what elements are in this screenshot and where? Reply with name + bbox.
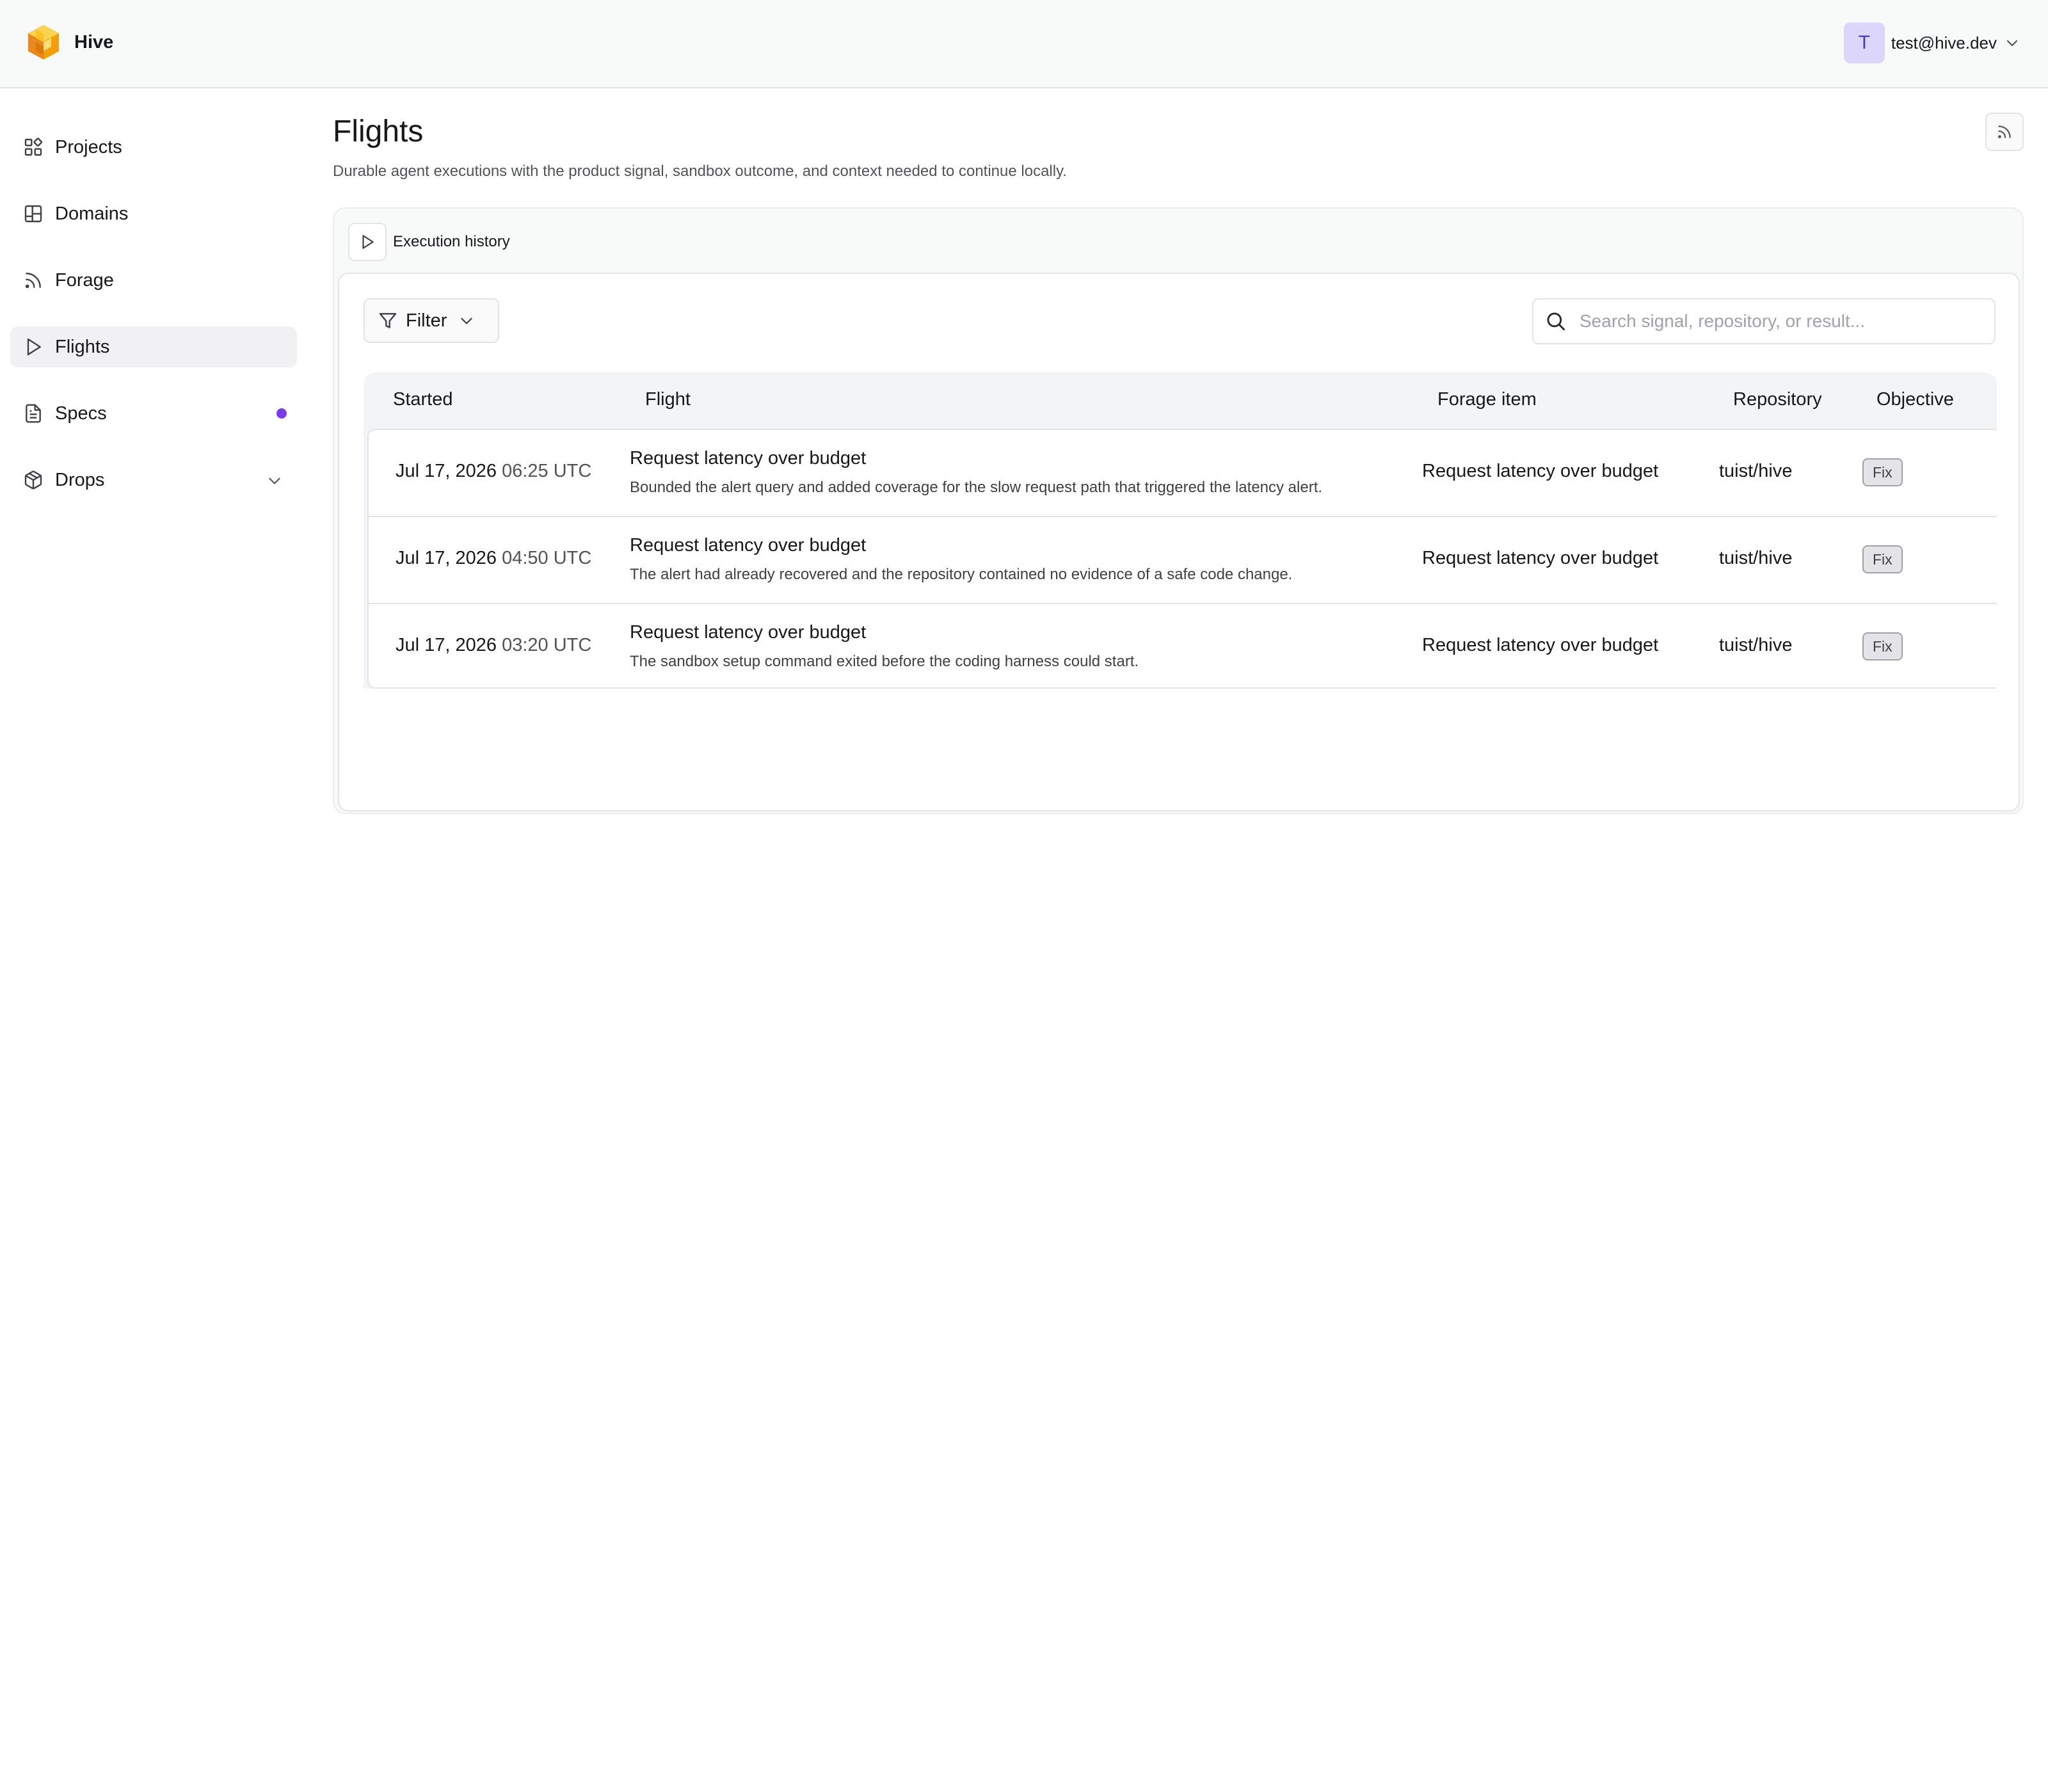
table-row[interactable]: Jul 17, 2026 04:50 UTC Request latency o… <box>369 517 1997 604</box>
rss-feed-button[interactable] <box>1985 113 2024 151</box>
notification-dot <box>276 408 287 419</box>
table-row[interactable]: Jul 17, 2026 03:20 UTC Request latency o… <box>369 604 1997 691</box>
started-date: Jul 17, 2026 <box>396 461 497 481</box>
search-box <box>1532 298 1996 344</box>
started-cell: Jul 17, 2026 06:25 UTC <box>396 461 591 482</box>
rss-icon <box>25 273 41 289</box>
panel-tab-icon-box <box>348 223 387 261</box>
sidebar-item-drops[interactable]: Drops <box>10 460 297 500</box>
repository-cell: tuist/hive <box>1719 461 1793 481</box>
filter-icon <box>379 313 397 328</box>
column-header-flight[interactable]: Flight <box>645 389 691 410</box>
forage-item-cell: Request latency over budget <box>1422 461 1659 481</box>
top-bar: Hive T test@hive.dev <box>0 0 2048 88</box>
avatar: T <box>1843 22 1885 63</box>
sidebar-item-label: Flights <box>55 336 110 357</box>
sidebar-item-flights[interactable]: Flights <box>10 326 297 367</box>
tab-execution-history[interactable]: Execution history <box>348 223 510 261</box>
tab-label: Execution history <box>393 233 510 250</box>
repository-cell: tuist/hive <box>1719 635 1793 655</box>
table-body: Jul 17, 2026 06:25 UTC Request latency o… <box>367 429 1997 689</box>
account-email: test@hive.dev <box>1891 33 1997 52</box>
chevron-down-icon <box>2006 40 2018 47</box>
package-icon <box>24 470 42 490</box>
sidebar-item-projects[interactable]: Projects <box>10 127 297 168</box>
rss-icon <box>1998 125 2011 138</box>
column-header-repository[interactable]: Repository <box>1733 389 1822 410</box>
flight-description: The sandbox setup command exited before … <box>630 653 1139 670</box>
column-header-started[interactable]: Started <box>393 389 453 410</box>
document-icon <box>26 404 41 423</box>
sidebar-item-label: Projects <box>55 136 122 157</box>
sidebar: Projects Domains Forage Flights Specs Dr… <box>10 127 297 526</box>
flight-title: Request latency over budget <box>630 448 867 468</box>
started-time: 04:50 UTC <box>502 548 592 568</box>
forage-item-cell: Request latency over budget <box>1422 548 1659 568</box>
column-header-objective[interactable]: Objective <box>1876 389 1954 410</box>
objective-badge: Fix <box>1862 545 1903 573</box>
started-time: 03:20 UTC <box>502 635 592 655</box>
table-row[interactable]: Jul 17, 2026 06:25 UTC Request latency o… <box>369 430 1997 517</box>
chevron-down-icon <box>461 317 473 324</box>
table-footer-area <box>364 689 1997 791</box>
sidebar-item-label: Forage <box>55 269 114 291</box>
search-input[interactable] <box>1580 311 1976 332</box>
sidebar-item-domains[interactable]: Domains <box>10 193 297 234</box>
flight-description: Bounded the alert query and added covera… <box>630 479 1323 496</box>
repository-cell: tuist/hive <box>1719 548 1793 568</box>
domains-icon <box>24 205 42 223</box>
brand[interactable]: Hive <box>24 23 113 61</box>
flights-table: Started Flight Forage item Repository Ob… <box>364 372 1997 791</box>
sidebar-item-label: Drops <box>55 469 105 490</box>
page-title: Flights <box>333 115 424 148</box>
started-date: Jul 17, 2026 <box>396 548 497 568</box>
hive-logo-icon <box>28 25 59 60</box>
forage-item-cell: Request latency over budget <box>1422 635 1659 655</box>
projects-icon <box>24 138 43 156</box>
started-date: Jul 17, 2026 <box>396 635 497 655</box>
objective-badge: Fix <box>1862 458 1903 486</box>
table-header: Started Flight Forage item Repository Ob… <box>364 372 1997 429</box>
play-icon <box>27 338 41 356</box>
sidebar-item-forage[interactable]: Forage <box>10 260 297 301</box>
flights-card: Filter Started Flight Forage item Reposi… <box>338 273 2020 812</box>
column-header-forage-item[interactable]: Forage item <box>1437 389 1537 410</box>
play-icon <box>362 235 374 249</box>
filter-label: Filter <box>406 310 447 331</box>
started-cell: Jul 17, 2026 03:20 UTC <box>396 635 591 656</box>
execution-history-panel: Execution history Filter Search signal, … <box>333 207 2024 814</box>
flight-title: Request latency over budget <box>630 535 867 556</box>
search-icon <box>1547 312 1565 331</box>
account-menu[interactable]: T test@hive.dev <box>1843 22 2020 63</box>
sidebar-item-label: Domains <box>55 203 129 224</box>
objective-badge: Fix <box>1862 632 1903 660</box>
sidebar-item-specs[interactable]: Specs <box>10 393 297 434</box>
app-name: Hive <box>74 31 114 52</box>
sidebar-item-label: Specs <box>55 403 107 424</box>
started-cell: Jul 17, 2026 04:50 UTC <box>396 548 591 569</box>
filter-button[interactable]: Filter <box>364 298 499 343</box>
page-subtitle: Durable agent executions with the produc… <box>333 163 1067 180</box>
started-time: 06:25 UTC <box>502 461 592 481</box>
flight-description: The alert had already recovered and the … <box>630 566 1293 583</box>
chevron-down-icon[interactable] <box>266 472 283 489</box>
flight-title: Request latency over budget <box>630 622 867 643</box>
